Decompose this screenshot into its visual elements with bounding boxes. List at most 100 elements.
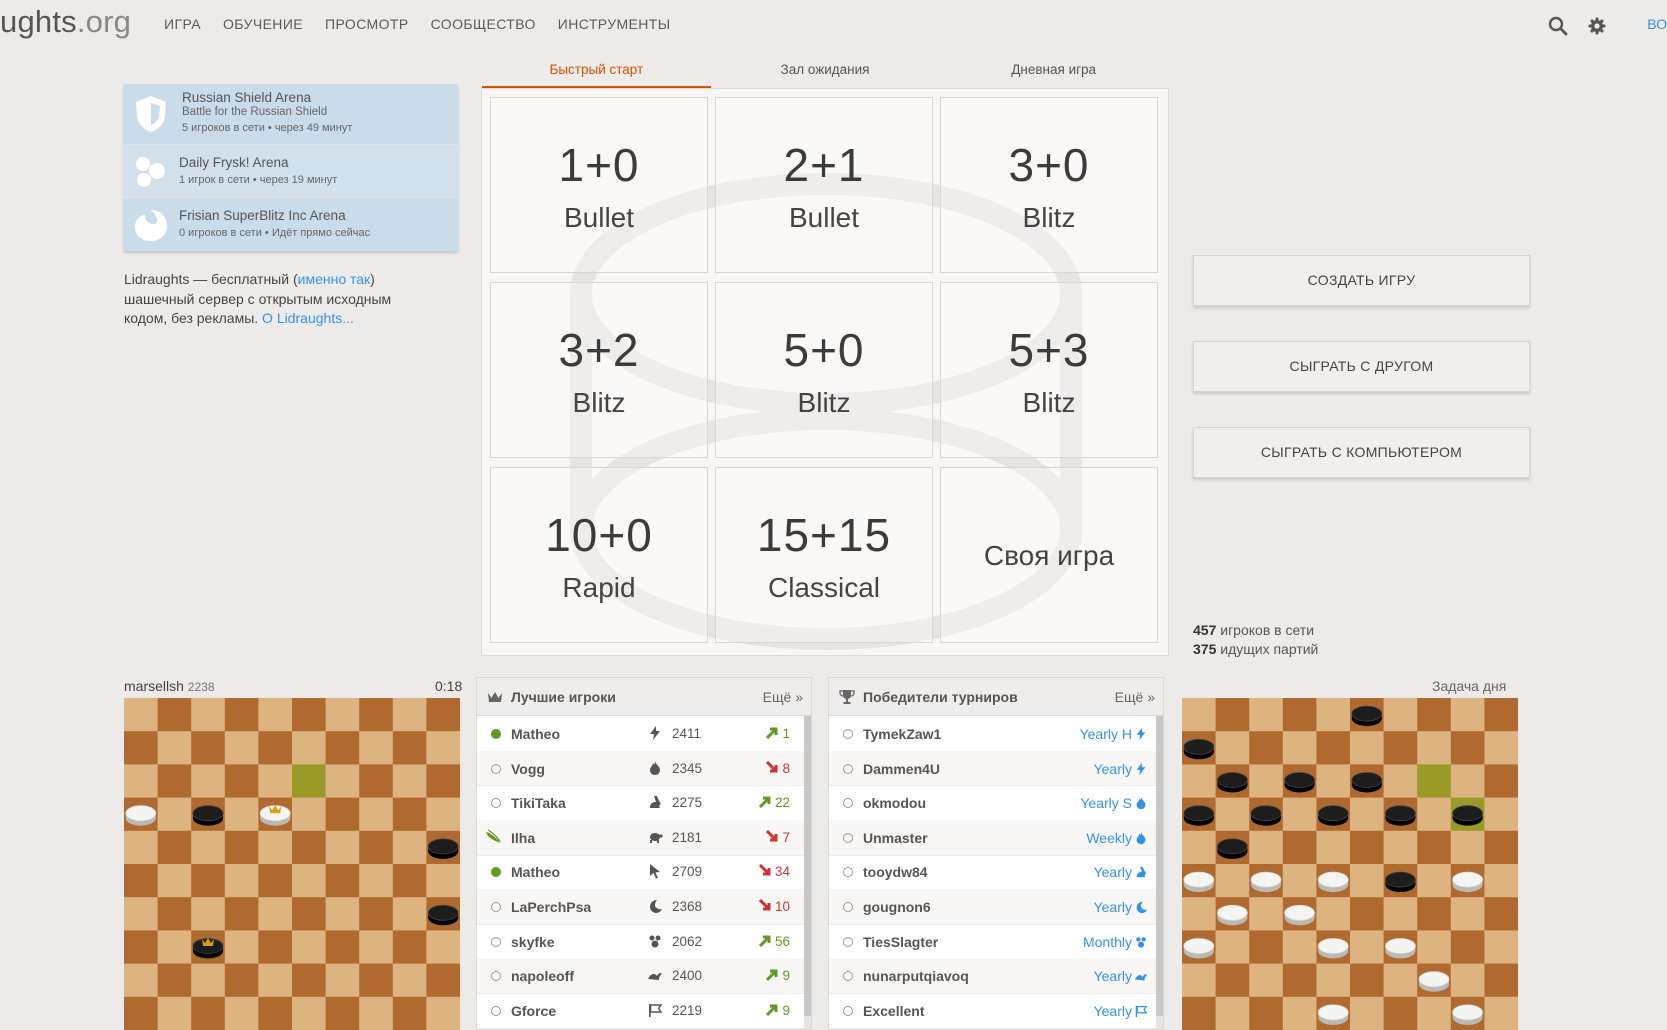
leaderboard-row[interactable]: Matheo 2411 1 <box>477 716 806 752</box>
status-dot <box>491 763 501 774</box>
tournament-link[interactable]: Yearly <box>1094 899 1132 915</box>
tournament-link[interactable]: Yearly <box>1094 968 1132 984</box>
leaderboard-row[interactable]: Matheo 2709 34 <box>477 854 806 891</box>
winners-more-link[interactable]: Ещё » <box>1115 689 1155 705</box>
player-name[interactable]: Vogg <box>511 761 545 777</box>
nav-tools[interactable]: ИНСТРУМЕНТЫ <box>558 16 671 32</box>
nav-play[interactable]: ИГРА <box>164 16 201 32</box>
leaderboard-row[interactable]: Gforce 2219 9 <box>477 993 806 1029</box>
leaderboard-row[interactable]: Vogg 2345 8 <box>477 750 806 787</box>
leaderboard-row[interactable]: LaPerchPsa 2368 10 <box>477 889 806 925</box>
tournament-link[interactable]: Yearly H <box>1080 726 1132 742</box>
tournament-item[interactable]: Daily Frysk! Arena 1 игрок в сети • чере… <box>124 145 458 197</box>
play-with-friend-button[interactable]: СЫГРАТЬ С ДРУГОМ <box>1193 341 1530 392</box>
paw-icon <box>1134 935 1148 949</box>
leaderboard-row[interactable]: TikiTaka 2275 22 <box>477 785 806 821</box>
nav-learn[interactable]: ОБУЧЕНИЕ <box>223 16 303 32</box>
winner-row[interactable]: gougnon6 Yearly <box>829 889 1158 925</box>
winner-row[interactable]: TymekZaw1 Yearly H <box>829 716 1158 752</box>
tab-correspondence[interactable]: Дневная игра <box>939 56 1168 88</box>
about-lidraughts-link[interactable]: О Lidraughts... <box>262 310 354 326</box>
pool-cell[interactable]: 15+15 Classical <box>715 467 933 643</box>
tournament-link[interactable]: Yearly <box>1094 1003 1132 1019</box>
player-name[interactable]: skyfke <box>511 934 555 950</box>
gear-icon[interactable] <box>1587 16 1607 36</box>
player-name[interactable]: Matheo <box>511 726 560 742</box>
tournament-name: Frisian SuperBlitz Inc Arena <box>179 208 346 223</box>
winner-row[interactable]: tooydw84 Yearly <box>829 854 1158 891</box>
wave-icon <box>647 967 663 983</box>
pool-cell[interactable]: 3+2 Blitz <box>490 282 708 458</box>
frysk-icon <box>132 153 170 196</box>
player-name[interactable]: TikiTaka <box>511 795 566 811</box>
tv-player-rating: 2238 <box>187 680 215 694</box>
winner-name[interactable]: okmodou <box>863 795 926 811</box>
rating-progress: 9 <box>766 968 790 983</box>
winner-row[interactable]: TiesSlagter Monthly <box>829 924 1158 960</box>
winner-name[interactable]: TiesSlagter <box>863 934 938 950</box>
flame-icon <box>1134 831 1148 845</box>
pool-cell[interactable]: 2+1 Bullet <box>715 97 933 273</box>
players-online[interactable]: 457 игроков в сети <box>1193 621 1318 640</box>
winner-row[interactable]: Unmaster Weekly <box>829 819 1158 856</box>
turtle-icon <box>647 829 663 845</box>
player-name[interactable]: Ilha <box>511 830 535 846</box>
leaderboard-row[interactable]: Ilha 2181 7 <box>477 819 806 856</box>
tv-board[interactable] <box>124 698 460 1030</box>
tournament-link[interactable]: Yearly <box>1094 864 1132 880</box>
status-dot <box>843 1005 853 1016</box>
winner-name[interactable]: tooydw84 <box>863 864 928 880</box>
player-name[interactable]: LaPerchPsa <box>511 899 591 915</box>
tournament-link[interactable]: Monthly <box>1083 934 1132 950</box>
winners-scrollbar[interactable] <box>1156 716 1163 1029</box>
signin-link[interactable]: ВО <box>1647 16 1667 32</box>
tv-player-name[interactable]: marsellsh 2238 <box>124 678 215 694</box>
tab-lobby[interactable]: Зал ожидания <box>711 56 940 88</box>
search-icon[interactable] <box>1548 16 1568 36</box>
pool-cell[interactable]: 3+0 Blitz <box>940 97 1158 273</box>
tournament-link[interactable]: Yearly S <box>1080 795 1132 811</box>
custom-game-cell[interactable]: Своя игра <box>940 467 1158 643</box>
tournament-link[interactable]: Weekly <box>1086 830 1132 846</box>
pool-cell[interactable]: 5+3 Blitz <box>940 282 1158 458</box>
winner-name[interactable]: Unmaster <box>863 830 928 846</box>
winner-row[interactable]: nunarputqiavoq Yearly <box>829 958 1158 994</box>
bolt-icon <box>647 725 663 741</box>
pool-cell[interactable]: 10+0 Rapid <box>490 467 708 643</box>
puzzle-board[interactable] <box>1182 698 1518 1030</box>
tournament-item[interactable]: Frisian SuperBlitz Inc Arena 0 игроков в… <box>124 198 458 251</box>
nav-community[interactable]: СООБЩЕСТВО <box>431 16 536 32</box>
site-header: ughts.org ИГРА ОБУЧЕНИЕ ПРОСМОТР СООБЩЕС… <box>0 0 1667 50</box>
site-logo[interactable]: ughts.org <box>0 4 131 40</box>
winner-name[interactable]: TymekZaw1 <box>863 726 941 742</box>
create-game-button[interactable]: СОЗДАТЬ ИГРУ <box>1193 255 1530 306</box>
winner-name[interactable]: nunarputqiavoq <box>863 968 969 984</box>
winner-row[interactable]: okmodou Yearly S <box>829 785 1158 821</box>
winner-name[interactable]: Excellent <box>863 1003 924 1019</box>
games-in-play[interactable]: 375 идущих партий <box>1193 640 1318 659</box>
player-name[interactable]: Matheo <box>511 864 560 880</box>
tournament-link[interactable]: Yearly <box>1094 761 1132 777</box>
nav-watch[interactable]: ПРОСМОТР <box>325 16 409 32</box>
winner-row[interactable]: Dammen4U Yearly <box>829 750 1158 787</box>
leaderboard-row[interactable]: skyfke 2062 56 <box>477 924 806 960</box>
winner-row[interactable]: Excellent Yearly <box>829 993 1158 1029</box>
about-free-link[interactable]: именно так <box>298 271 371 287</box>
pool-cell[interactable]: 1+0 Bullet <box>490 97 708 273</box>
leaderboard-more-link[interactable]: Ещё » <box>763 689 803 705</box>
winner-name[interactable]: gougnon6 <box>863 899 931 915</box>
pool-cell[interactable]: 5+0 Blitz <box>715 282 933 458</box>
tournament-subtitle: Battle for the Russian Shield <box>182 106 328 118</box>
player-name[interactable]: Gforce <box>511 1003 556 1019</box>
player-name[interactable]: napoleoff <box>511 968 574 984</box>
arrow-up-icon <box>766 968 782 983</box>
tab-quick-start[interactable]: Быстрый старт <box>482 56 711 88</box>
arrow-down-icon <box>758 898 775 914</box>
leaderboard-row[interactable]: napoleoff 2400 9 <box>477 958 806 994</box>
tournament-item[interactable]: Russian Shield Arena Battle for the Russ… <box>124 84 458 144</box>
leaderboard-scrollbar[interactable] <box>804 716 811 1029</box>
winner-name[interactable]: Dammen4U <box>863 761 940 777</box>
play-with-computer-button[interactable]: СЫГРАТЬ С КОМПЬЮТЕРОМ <box>1193 427 1530 478</box>
player-rating: 2400 <box>672 968 703 984</box>
pool-perf: Blitz <box>572 387 626 418</box>
